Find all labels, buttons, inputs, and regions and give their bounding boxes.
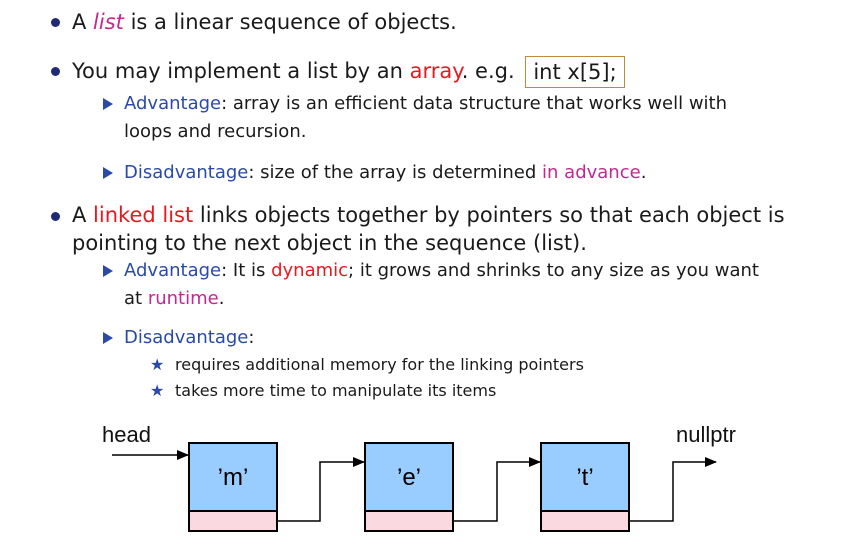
node-1-pointer bbox=[188, 510, 278, 532]
linked-list-diagram: ’m’ ’e’ ’t’ bbox=[112, 442, 717, 532]
link-3-to-null bbox=[629, 457, 717, 522]
node-2: ’e’ bbox=[364, 442, 454, 532]
link-1-to-2 bbox=[277, 457, 365, 522]
link-2-to-3 bbox=[453, 457, 541, 522]
node-2-value: ’e’ bbox=[397, 464, 421, 491]
node-2-pointer bbox=[364, 510, 454, 532]
node-1: ’m’ bbox=[188, 442, 278, 532]
node-3: ’t’ bbox=[540, 442, 630, 532]
node-3-value: ’t’ bbox=[576, 464, 593, 491]
node-3-pointer bbox=[540, 510, 630, 532]
node-1-value: ’m’ bbox=[218, 464, 249, 491]
slide: A list is a linear sequence of objects. … bbox=[0, 0, 847, 556]
